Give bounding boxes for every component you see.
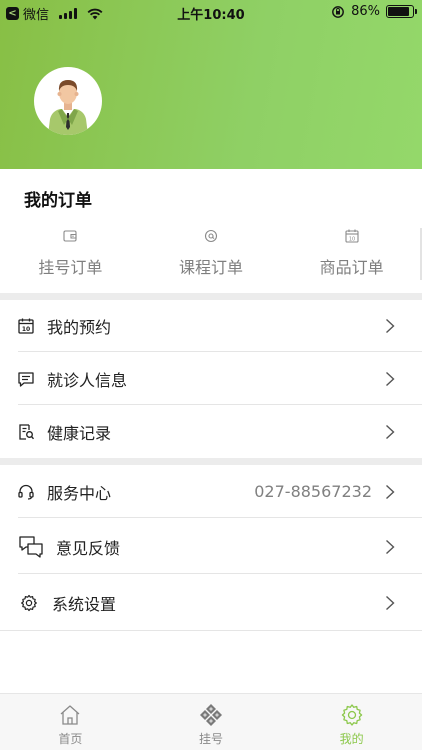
menu-appointments-label: 我的预约 — [47, 318, 112, 337]
gear-icon — [341, 704, 362, 726]
menu-appointments[interactable]: 10 我的预约 — [0, 300, 422, 352]
row-divider — [18, 351, 422, 352]
tab-register-label: 挂号 — [199, 732, 224, 746]
menu-health-records[interactable]: 健康记录 — [0, 406, 422, 458]
tab-mine[interactable]: 我的 — [281, 694, 422, 750]
row-divider — [18, 573, 422, 574]
status-bar: < 微信 上午10:40 86% — [0, 0, 422, 24]
tab-register[interactable]: 挂号 — [141, 694, 282, 750]
order-goods-label: 商品订单 — [319, 258, 384, 277]
chevron-right-icon — [386, 484, 395, 499]
menu-settings-label: 系统设置 — [52, 595, 117, 614]
battery-percent: 86% — [351, 4, 380, 19]
tab-home-label: 首页 — [58, 732, 83, 746]
rotation-lock-icon — [332, 5, 344, 18]
back-app-icon[interactable]: < — [6, 7, 19, 20]
status-right: 86% — [331, 4, 417, 19]
register-icon — [200, 704, 222, 726]
avatar[interactable] — [34, 67, 102, 135]
bottom-tab-bar: 首页 挂号 我的 — [0, 693, 422, 750]
section-divider — [0, 293, 422, 300]
section-divider — [0, 458, 422, 465]
back-app-label[interactable]: 微信 — [23, 4, 49, 23]
tab-mine-label: 我的 — [339, 732, 364, 746]
chat-bubbles-icon — [18, 535, 44, 559]
order-registration[interactable]: 挂号订单 — [0, 228, 141, 288]
battery-fill — [388, 7, 409, 16]
home-icon — [60, 705, 80, 725]
status-left: < 微信 — [6, 4, 103, 23]
tab-home[interactable]: 首页 — [0, 694, 141, 750]
document-search-icon — [16, 422, 36, 442]
order-course-label: 课程订单 — [179, 258, 244, 277]
course-icon — [204, 229, 218, 243]
wifi-icon — [87, 8, 103, 19]
battery-icon — [386, 5, 417, 18]
order-registration-label: 挂号订单 — [38, 258, 103, 277]
orders-row: 挂号订单 课程订单 10 商品订单 — [0, 228, 422, 288]
profile-header: < 微信 上午10:40 86% — [0, 0, 422, 169]
menu-service-center-label: 服务中心 — [47, 483, 112, 503]
menu-service-center[interactable]: 服务中心 027-88567232 — [0, 465, 422, 518]
row-divider — [18, 404, 422, 405]
svg-text:10: 10 — [348, 236, 354, 242]
order-course[interactable]: 课程订单 — [141, 228, 282, 288]
wallet-icon — [63, 230, 77, 242]
chevron-right-icon — [386, 595, 395, 611]
menu-patient-info[interactable]: 就诊人信息 — [0, 353, 422, 405]
user-avatar-icon — [48, 80, 88, 135]
service-phone-number[interactable]: 027-88567232 — [254, 482, 372, 501]
calendar-icon: 10 — [16, 316, 36, 336]
calendar-icon: 10 — [345, 229, 359, 243]
order-goods[interactable]: 10 商品订单 — [281, 228, 422, 288]
row-divider — [0, 630, 422, 631]
menu-feedback-label: 意见反馈 — [56, 538, 121, 558]
svg-text:10: 10 — [22, 326, 30, 333]
gear-icon — [19, 593, 39, 613]
menu-feedback[interactable]: 意见反馈 — [0, 519, 422, 574]
menu-patient-info-label: 就诊人信息 — [47, 371, 128, 390]
orders-title: 我的订单 — [24, 191, 92, 211]
chevron-right-icon — [386, 318, 395, 334]
row-divider — [18, 517, 422, 518]
headset-icon — [16, 482, 36, 502]
chevron-right-icon — [386, 371, 395, 387]
chevron-right-icon — [386, 424, 395, 440]
message-icon — [16, 369, 36, 389]
menu-health-records-label: 健康记录 — [47, 424, 112, 443]
cellular-signal-icon — [59, 8, 78, 19]
menu-settings[interactable]: 系统设置 — [0, 575, 422, 631]
chevron-right-icon — [386, 539, 395, 554]
